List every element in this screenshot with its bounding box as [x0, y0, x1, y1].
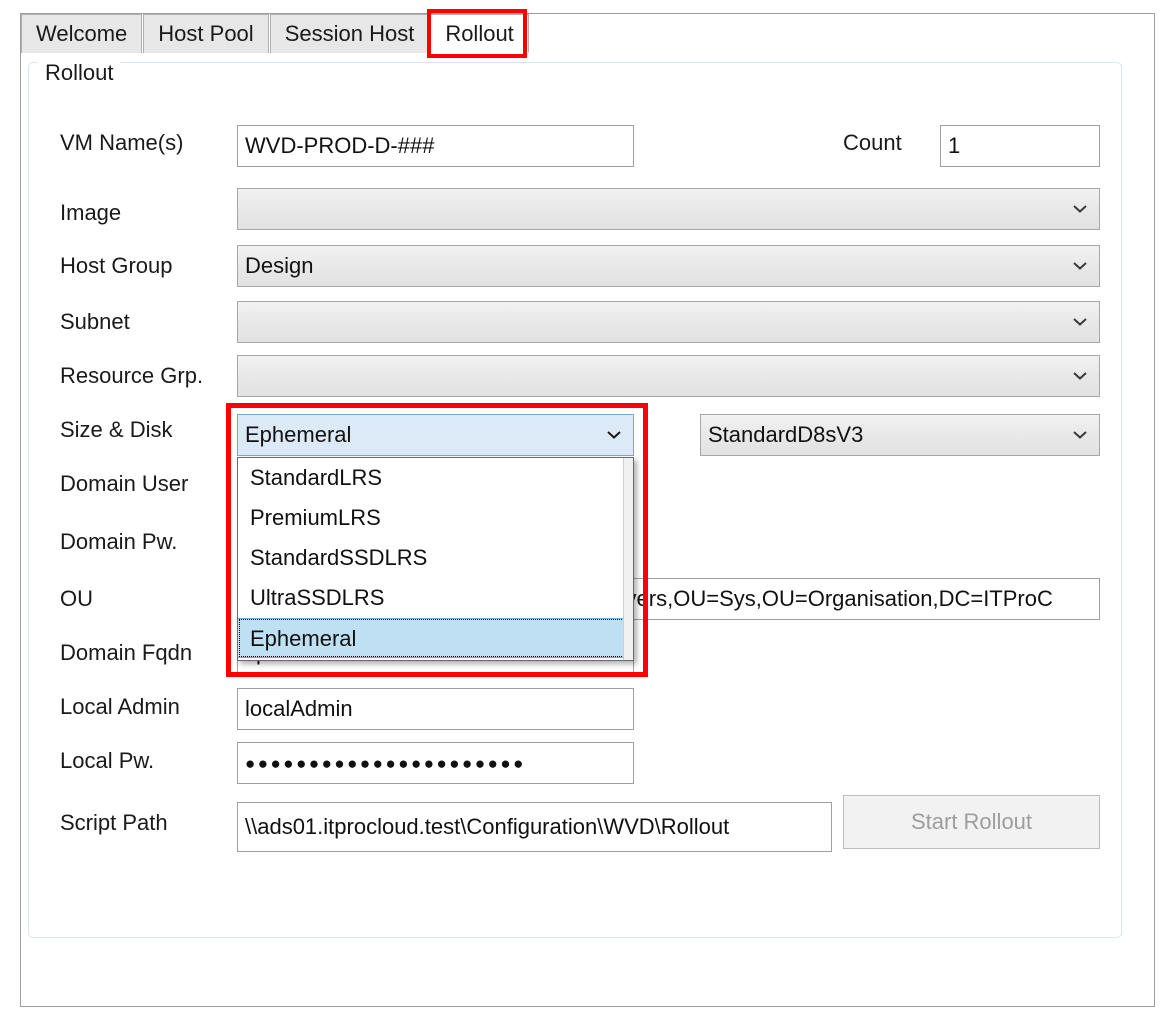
chevron-down-icon	[607, 431, 621, 440]
input-ou-value: ervers,OU=Sys,OU=Organisation,DC=ITProC	[606, 586, 1053, 611]
dropdown-option-premiumlrs[interactable]: PremiumLRS	[238, 498, 633, 538]
label-size-disk: Size & Disk	[60, 417, 173, 442]
chevron-down-icon	[1073, 431, 1087, 440]
tab-strip: Welcome Host Pool Session Host Rollout	[21, 14, 530, 53]
label-host-group: Host Group	[60, 253, 173, 278]
input-script-path[interactable]: \\ads01.itprocloud.test\Configuration\WV…	[237, 802, 832, 852]
input-count[interactable]: 1	[940, 125, 1100, 167]
label-ou: OU	[60, 586, 93, 611]
tab-session-host-label: Session Host	[284, 21, 415, 46]
tab-host-pool-label: Host Pool	[158, 21, 254, 46]
label-local-admin: Local Admin	[60, 694, 180, 719]
combo-vm-size[interactable]: StandardD8sV3	[700, 414, 1100, 456]
tab-session-host[interactable]: Session Host	[269, 14, 430, 53]
tab-host-pool[interactable]: Host Pool	[143, 14, 269, 53]
input-vm-names[interactable]: WVD-PROD-D-###	[237, 125, 634, 167]
chevron-down-icon	[1073, 372, 1087, 381]
label-count: Count	[843, 130, 902, 155]
tab-welcome-label: Welcome	[36, 21, 128, 46]
dropdown-option-standardlrs[interactable]: StandardLRS	[238, 458, 633, 498]
input-script-path-value: \\ads01.itprocloud.test\Configuration\WV…	[245, 814, 730, 839]
label-local-pw: Local Pw.	[60, 748, 155, 773]
start-rollout-button[interactable]: Start Rollout	[843, 795, 1100, 849]
combo-disk-type[interactable]: Ephemeral	[237, 414, 634, 456]
input-local-admin[interactable]: localAdmin	[237, 688, 634, 730]
combo-host-group-value: Design	[245, 253, 314, 278]
dropdown-option-standardssdlrs[interactable]: StandardSSDLRS	[238, 538, 633, 578]
rollout-group-title: Rollout	[38, 60, 121, 86]
label-domain-fqdn: Domain Fqdn	[60, 640, 193, 665]
label-vm-names: VM Name(s)	[60, 130, 184, 155]
combo-vm-size-value: StandardD8sV3	[708, 422, 864, 447]
chevron-down-icon	[1073, 205, 1087, 214]
label-script-path: Script Path	[60, 810, 168, 835]
combo-host-group[interactable]: Design	[237, 245, 1100, 287]
input-count-value: 1	[948, 133, 961, 158]
chevron-down-icon	[1073, 262, 1087, 271]
tab-rollout[interactable]: Rollout	[430, 14, 529, 53]
start-rollout-button-label: Start Rollout	[910, 809, 1033, 834]
combo-resource-group[interactable]	[237, 355, 1100, 397]
tab-rollout-label: Rollout	[445, 20, 514, 46]
tab-welcome[interactable]: Welcome	[21, 14, 143, 53]
input-local-admin-value: localAdmin	[245, 696, 353, 721]
input-vm-names-value: WVD-PROD-D-###	[245, 133, 435, 158]
label-domain-pw: Domain Pw.	[60, 529, 178, 554]
chevron-down-icon	[1073, 318, 1087, 327]
label-domain-user: Domain User	[60, 471, 189, 496]
input-local-pw[interactable]: ●●●●●●●●●●●●●●●●●●●●●●	[237, 742, 634, 784]
dropdown-option-ultrassdlrs[interactable]: UltraSSDLRS	[238, 578, 633, 618]
dropdown-option-ephemeral[interactable]: Ephemeral	[238, 618, 633, 658]
label-resource-group: Resource Grp.	[60, 363, 204, 388]
combo-subnet[interactable]	[237, 301, 1100, 343]
input-local-pw-value: ●●●●●●●●●●●●●●●●●●●●●●	[245, 753, 526, 773]
dropdown-list-disk-type[interactable]: StandardLRS PremiumLRS StandardSSDLRS Ul…	[237, 457, 634, 661]
combo-image[interactable]	[237, 188, 1100, 230]
label-subnet: Subnet	[60, 309, 130, 334]
dropdown-scrollbar[interactable]	[623, 458, 633, 660]
combo-disk-type-value: Ephemeral	[245, 422, 352, 447]
label-image: Image	[60, 200, 122, 225]
